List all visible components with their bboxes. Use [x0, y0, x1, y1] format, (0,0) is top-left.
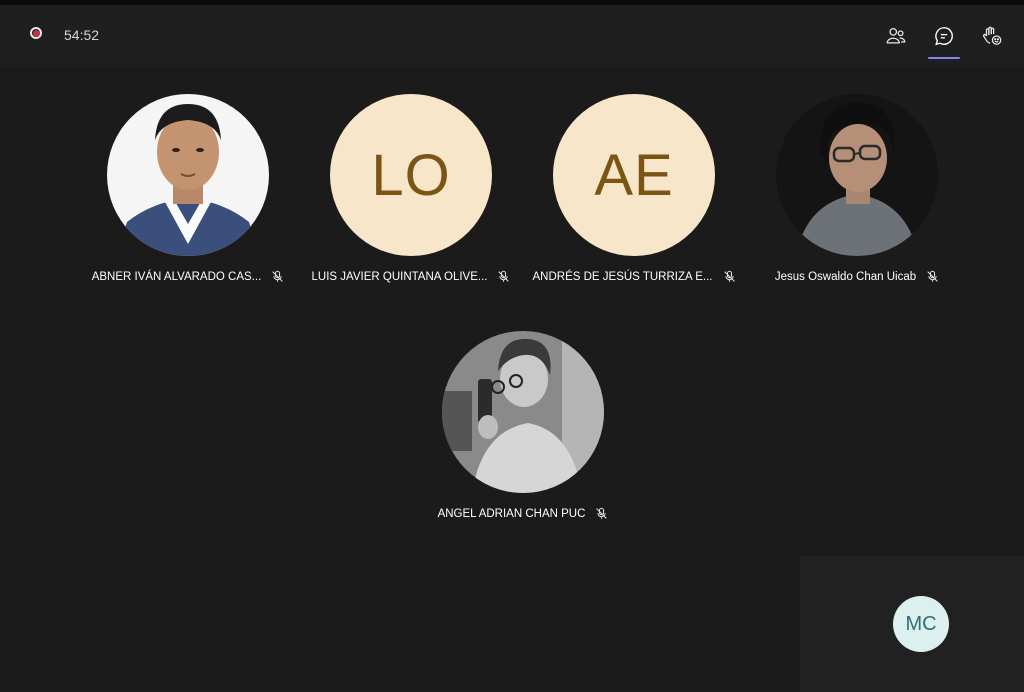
participants-button[interactable]	[880, 21, 912, 51]
chat-button[interactable]	[928, 21, 960, 51]
participant-name: ANDRÉS DE JESÚS TURRIZA E...	[532, 270, 713, 283]
participant-tile[interactable]: ANGEL ADRIAN CHAN PUC	[418, 331, 628, 520]
chat-active-indicator	[928, 57, 960, 59]
mic-off-icon	[272, 270, 284, 282]
self-initials-avatar: MC	[893, 596, 949, 652]
participant-photo	[776, 94, 938, 256]
record-icon	[30, 27, 42, 39]
mic-off-icon	[596, 507, 608, 519]
participant-name: LUIS JAVIER QUINTANA OLIVE...	[311, 270, 488, 283]
participant-name: ABNER IVÁN ALVARADO CAS...	[91, 270, 262, 283]
meeting-timer: 54:52	[64, 27, 100, 43]
chat-icon	[935, 27, 953, 46]
participant-initials-avatar: AE	[553, 94, 715, 256]
self-view-tile[interactable]: MC	[800, 556, 1024, 692]
participant-name-row: ANDRÉS DE JESÚS TURRIZA E...	[529, 270, 739, 283]
participant-name: ANGEL ADRIAN CHAN PUC	[437, 507, 586, 520]
participant-initials-avatar: LO	[330, 94, 492, 256]
meeting-toolbar: 54:52	[0, 5, 1024, 65]
mic-off-icon	[498, 270, 510, 282]
mic-off-icon	[723, 270, 735, 282]
raise-hand-icon	[982, 26, 1002, 45]
participant-photo	[442, 331, 604, 493]
participant-name-row: Jesus Oswaldo Chan Uicab	[752, 270, 962, 283]
participant-tile[interactable]: AE ANDRÉS DE JESÚS TURRIZA E...	[529, 94, 739, 283]
participant-name: Jesus Oswaldo Chan Uicab	[774, 270, 917, 283]
participant-name-row: ABNER IVÁN ALVARADO CAS...	[83, 270, 293, 283]
mic-off-icon	[927, 270, 938, 282]
participant-tile[interactable]: ABNER IVÁN ALVARADO CAS...	[83, 94, 293, 283]
participant-tile[interactable]: Jesus Oswaldo Chan Uicab	[752, 94, 962, 283]
people-icon	[886, 28, 906, 44]
participant-name-row: LUIS JAVIER QUINTANA OLIVE...	[306, 270, 516, 283]
participant-tile[interactable]: LO LUIS JAVIER QUINTANA OLIVE...	[306, 94, 516, 283]
participant-name-row: ANGEL ADRIAN CHAN PUC	[418, 507, 628, 520]
react-button[interactable]	[976, 21, 1008, 51]
participant-photo	[107, 94, 269, 256]
